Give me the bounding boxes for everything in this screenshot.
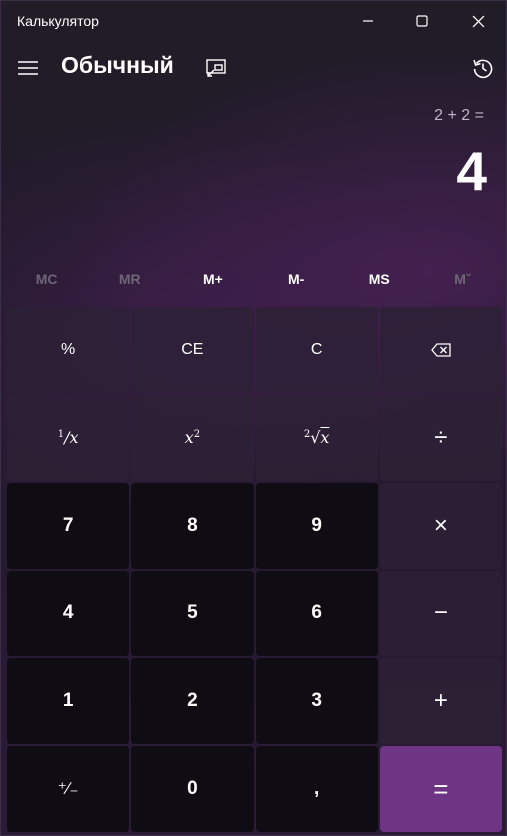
square-power: 2 [193, 429, 201, 441]
root-variable: x [320, 428, 330, 448]
memory-row: MC MR M+ M- MS Mˇ [5, 263, 504, 295]
four-button[interactable]: 4 [7, 570, 130, 657]
six-button[interactable]: 6 [255, 570, 378, 657]
expression-display: 2 + 2 = [434, 107, 484, 124]
multiply-button[interactable]: × [379, 482, 502, 569]
percent-button[interactable]: % [7, 307, 130, 393]
plus-button[interactable]: + [379, 658, 502, 745]
minimize-icon [363, 20, 373, 22]
app-title: Калькулятор [17, 13, 99, 29]
one-button[interactable]: 1 [7, 658, 130, 745]
keep-on-top-button[interactable] [199, 51, 233, 85]
title-bar: Калькулятор [1, 1, 506, 41]
memory-clear-button[interactable]: MC [5, 263, 88, 295]
minus-button[interactable]: − [379, 570, 502, 657]
backspace-icon [431, 343, 451, 357]
memory-list-button[interactable]: Mˇ [421, 263, 504, 295]
close-button[interactable] [450, 1, 506, 41]
five-button[interactable]: 5 [131, 570, 254, 657]
divide-button[interactable]: ÷ [379, 394, 502, 481]
clear-button[interactable]: C [255, 307, 378, 393]
two-button[interactable]: 2 [131, 658, 254, 745]
mode-title: Обычный [61, 52, 174, 78]
square-root-label: 2√x [303, 428, 330, 448]
memory-recall-button[interactable]: MR [88, 263, 171, 295]
backspace-button[interactable] [379, 307, 502, 393]
equals-button[interactable]: = [379, 746, 502, 832]
minimize-button[interactable] [340, 1, 396, 41]
reciprocal-label: 1/x [57, 428, 79, 448]
reciprocal-variable: x [69, 428, 79, 448]
hamburger-icon [18, 61, 38, 75]
keypad: % CE C 1/x x2 2√x ÷ 7 8 9 × 4 5 6 − 1 2 … [7, 307, 502, 832]
square-root-button[interactable]: 2√x [255, 394, 378, 481]
seven-button[interactable]: 7 [7, 482, 130, 569]
three-button[interactable]: 3 [255, 658, 378, 745]
maximize-button[interactable] [394, 1, 450, 41]
zero-button[interactable]: 0 [131, 746, 254, 832]
eight-button[interactable]: 8 [131, 482, 254, 569]
result-display: 4 [456, 140, 487, 202]
root-index: 2 [303, 429, 311, 441]
keep-on-top-icon [206, 59, 226, 77]
negate-button[interactable]: ⁺∕₋ [7, 746, 130, 832]
memory-subtract-button[interactable]: M- [255, 263, 338, 295]
memory-store-button[interactable]: MS [338, 263, 421, 295]
calculator-window: Калькулятор Обычный 2 + 2 = 4 MC MR M+ M… [0, 0, 507, 836]
navigation-menu-button[interactable] [9, 51, 47, 85]
square-variable: x [184, 428, 194, 448]
maximize-icon [416, 15, 428, 27]
reciprocal-button[interactable]: 1/x [7, 394, 130, 481]
square-label: x2 [185, 428, 200, 447]
nine-button[interactable]: 9 [255, 482, 378, 569]
history-button[interactable] [465, 50, 501, 86]
close-icon [472, 15, 484, 27]
clear-entry-button[interactable]: CE [131, 307, 254, 393]
history-icon [473, 59, 493, 79]
memory-add-button[interactable]: M+ [171, 263, 254, 295]
decimal-button[interactable]: , [255, 746, 378, 832]
square-button[interactable]: x2 [131, 394, 254, 481]
reciprocal-numerator: 1 [57, 429, 65, 441]
